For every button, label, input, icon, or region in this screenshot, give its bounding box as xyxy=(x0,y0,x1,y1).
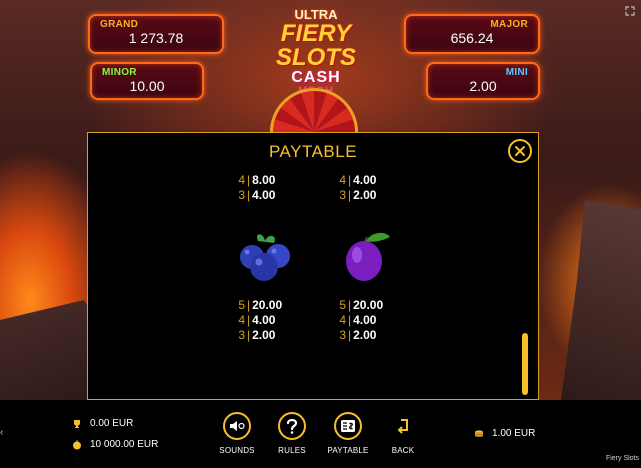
paytable-icon xyxy=(341,420,355,432)
win-display: 0.00 EUR xyxy=(72,418,133,429)
wallet-icon xyxy=(73,439,81,449)
balance-amount: 10 000.00 EUR xyxy=(90,439,159,450)
back-label: BACK xyxy=(391,446,415,455)
game-logo: ULTRA FIERY SLOTS CASH MESH xyxy=(238,8,394,97)
pay-row: 4 | 4.00 xyxy=(238,313,276,327)
paytable-title: PAYTABLE xyxy=(268,142,358,161)
collapse-arrow-icon[interactable]: ‹ xyxy=(0,427,3,438)
blueberries-pays: 5 | 20.00 4 | 4.00 3 | 2.00 xyxy=(237,298,282,343)
win-amount: 0.00 EUR xyxy=(90,418,134,429)
logo-line-2: FIERY SLOTS xyxy=(275,20,356,71)
bet-amount: 1.00 EUR xyxy=(492,428,536,439)
pay-row: 5 | 20.00 xyxy=(339,298,384,312)
back-arrow-icon xyxy=(397,419,408,434)
footer-bar: ‹ 0.00 EUR 10 000.00 EUR SOUNDS RULES PA… xyxy=(0,400,641,468)
pay-row: 3 | 4.00 xyxy=(238,188,276,202)
fullscreen-icon[interactable] xyxy=(625,6,635,16)
speaker-icon xyxy=(230,421,245,431)
paytable-button[interactable]: PAYTABLE xyxy=(323,412,373,455)
jackpot-minor: MINOR 10.00 xyxy=(90,62,204,100)
back-button[interactable]: BACK xyxy=(378,412,428,455)
trophy-icon xyxy=(74,419,80,428)
pay-row: 4 | 8.00 xyxy=(238,173,276,187)
question-mark-icon xyxy=(286,418,298,434)
paytable-panel: PAYTABLE 4 | 8.00 3 | 4.00 4 | 4.00 3 | 2.00 5 | 2… xyxy=(87,132,539,400)
pay-row: 3 | 2.00 xyxy=(339,328,377,342)
pay-row: 3 | 2.00 xyxy=(238,328,276,342)
balance-display: 10 000.00 EUR xyxy=(72,439,158,450)
scrollbar-thumb[interactable] xyxy=(522,333,528,395)
close-button[interactable] xyxy=(508,139,532,163)
rules-label: RULES xyxy=(278,446,306,455)
paytable-label: PAYTABLE xyxy=(327,446,369,455)
jackpot-mini-value: 2.00 xyxy=(469,78,497,94)
jackpot-grand-label: GRAND xyxy=(100,19,139,30)
close-icon xyxy=(515,146,525,156)
jackpot-major-label: MAJOR xyxy=(490,19,528,30)
jackpot-grand-value: 1 273.78 xyxy=(128,30,184,46)
pay-row: 4 | 4.00 xyxy=(339,173,377,187)
jackpot-grand: GRAND 1 273.78 xyxy=(88,14,224,54)
jackpot-minor-value: 10.00 xyxy=(129,78,165,94)
plum-pays: 5 | 20.00 4 | 4.00 3 | 2.00 xyxy=(338,298,383,343)
sounds-button[interactable]: SOUNDS xyxy=(212,412,262,455)
jackpot-major-value: 656.24 xyxy=(450,30,494,46)
jackpot-minor-label: MINOR xyxy=(102,67,137,78)
sounds-label: SOUNDS xyxy=(219,446,255,455)
pay-row: 4 | 4.00 xyxy=(339,313,377,327)
logo-line-3: CASH xyxy=(291,69,341,86)
jackpot-major: MAJOR 656.24 xyxy=(404,14,540,54)
paytable-top-left: 4 | 8.00 3 | 4.00 xyxy=(237,173,275,203)
rules-button[interactable]: RULES xyxy=(267,412,317,455)
plum-icon xyxy=(346,232,390,281)
blueberries-icon xyxy=(240,234,290,281)
coin-stack-icon xyxy=(474,429,484,437)
brand-label: Fiery Slots xyxy=(605,455,639,462)
pay-row: 5 | 20.00 xyxy=(238,298,283,312)
jackpot-mini: MINI 2.00 xyxy=(426,62,540,100)
pay-row: 3 | 2.00 xyxy=(339,188,377,202)
paytable-top-right: 4 | 4.00 3 | 2.00 xyxy=(338,173,376,203)
jackpot-mini-label: MINI xyxy=(505,67,528,78)
bet-display[interactable]: 1.00 EUR xyxy=(474,428,535,439)
